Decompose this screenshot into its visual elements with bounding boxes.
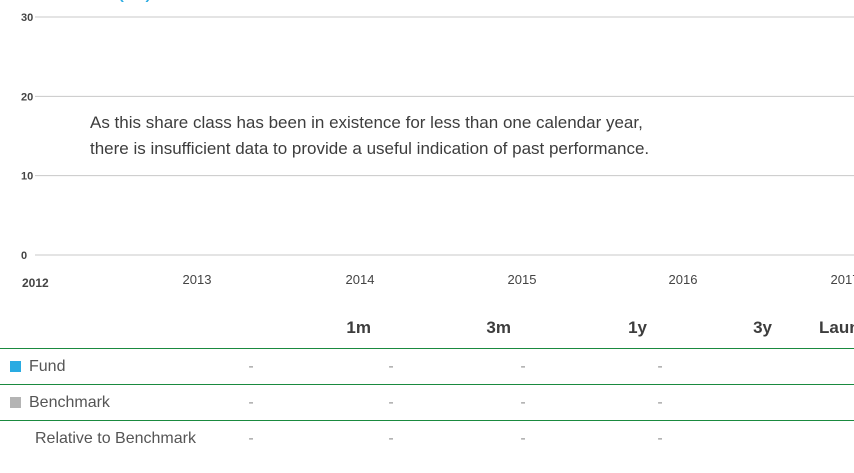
y-tick-label-30: 30 xyxy=(21,12,33,24)
benchmark-3y: - xyxy=(647,384,772,421)
insufficient-data-notice: As this share class has been in existenc… xyxy=(90,110,830,162)
benchmark-launch xyxy=(772,384,854,421)
x-tick-label-2012: 2012 xyxy=(22,276,49,290)
column-header-1m: 1m xyxy=(346,318,371,337)
relative-3y: - xyxy=(647,420,772,456)
column-header-3m: 3m xyxy=(486,318,511,337)
x-tick-label-2016: 2016 xyxy=(669,272,698,287)
table-row: Relative to Benchmark - - - - xyxy=(0,420,854,456)
fund-launch xyxy=(772,348,854,385)
fund-3y: - xyxy=(647,348,772,385)
fund-swatch-icon xyxy=(10,360,21,372)
y-tick-label-0: 0 xyxy=(21,250,27,262)
column-header-3y: 3y xyxy=(753,318,772,337)
table-header-row: 1m 3m 1y 3y Launch xyxy=(0,308,854,349)
fund-3m: - xyxy=(371,348,511,385)
relative-1y: - xyxy=(511,420,647,456)
notice-line-1: As this share class has been in existenc… xyxy=(90,113,643,132)
table-row: Fund - - - - xyxy=(0,348,854,385)
benchmark-1y: - xyxy=(511,384,647,421)
performance-table: 1m 3m 1y 3y Launch Fund - - - - Benchmar… xyxy=(0,308,854,456)
benchmark-1m: - xyxy=(230,384,371,421)
column-header-1y: 1y xyxy=(628,318,647,337)
x-tick-label-2015: 2015 xyxy=(508,272,537,287)
y-tick-label-20: 20 xyxy=(21,91,33,103)
column-header-label xyxy=(0,308,230,349)
x-tick-label-2013: 2013 xyxy=(183,272,212,287)
notice-line-2: there is insufficient data to provide a … xyxy=(90,139,650,158)
x-tick-label-2014: 2014 xyxy=(346,272,375,287)
relative-3m: - xyxy=(371,420,511,456)
fund-1m: - xyxy=(230,348,371,385)
performance-page: ...(%) 0102030201220132014201520162017 A… xyxy=(0,0,854,473)
benchmark-3m: - xyxy=(371,384,511,421)
relative-launch xyxy=(772,420,854,456)
column-header-launch: Launch xyxy=(819,318,854,337)
row-label-relative: Relative to Benchmark xyxy=(0,420,230,456)
x-tick-label-2017: 2017 xyxy=(831,272,854,287)
row-label-benchmark: Benchmark xyxy=(0,384,230,421)
benchmark-swatch-icon xyxy=(10,396,21,408)
relative-1m: - xyxy=(230,420,371,456)
y-tick-label-10: 10 xyxy=(21,171,33,183)
row-label-fund: Fund xyxy=(0,348,230,385)
table-row: Benchmark - - - - xyxy=(0,384,854,421)
fund-1y: - xyxy=(511,348,647,385)
